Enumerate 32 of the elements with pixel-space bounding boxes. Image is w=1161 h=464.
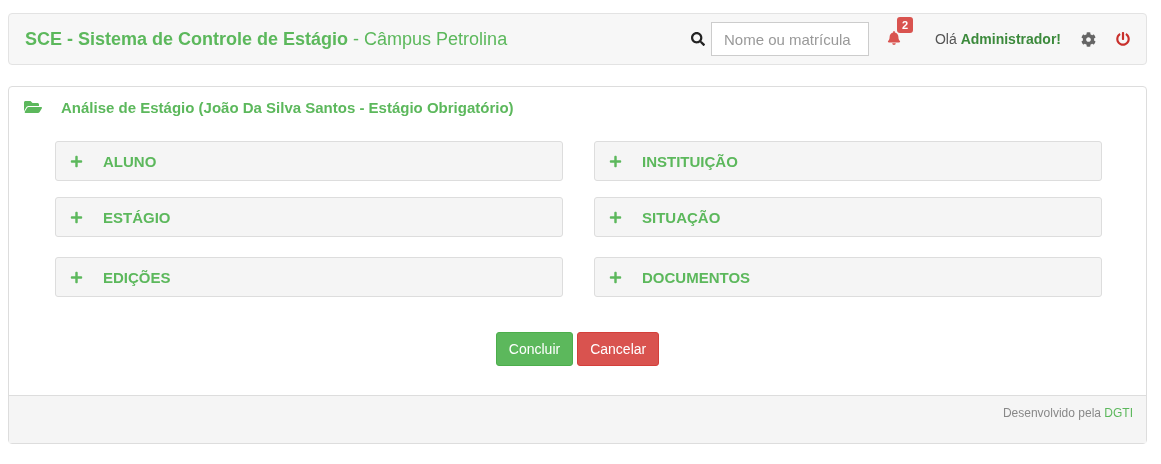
footer-link[interactable]: DGTI <box>1104 406 1133 420</box>
section-label: SITUAÇÃO <box>642 208 721 226</box>
power-icon[interactable] <box>1116 32 1130 46</box>
section-label: EDIÇÕES <box>103 268 171 286</box>
section-label: DOCUMENTOS <box>642 268 751 286</box>
section-label: ALUNO <box>103 152 157 170</box>
accordion-header[interactable]: ESTÁGIO <box>55 197 563 237</box>
accordion-header[interactable]: ALUNO <box>55 141 563 181</box>
accordion-header[interactable]: EDIÇÕES <box>55 257 563 297</box>
bell-icon[interactable] <box>886 31 901 45</box>
plus-icon <box>609 270 622 284</box>
greeting: Olá Administrador! <box>934 31 1061 47</box>
accordion-header[interactable]: DOCUMENTOS <box>594 257 1102 297</box>
plus-icon <box>70 270 83 284</box>
settings-icon[interactable] <box>1081 31 1096 47</box>
notification-badge: 2 <box>896 17 914 33</box>
section-label: INSTITUIÇÃO <box>642 152 738 170</box>
plus-icon <box>70 154 83 168</box>
submit-button[interactable]: Concluir <box>495 332 574 366</box>
plus-icon <box>609 210 622 224</box>
app-title: SCE - Sistema de Controle de Estágio - Câmpus Petrolina <box>25 28 509 50</box>
folder-icon <box>23 99 43 115</box>
search-field[interactable]: Nome ou matrícula <box>710 22 869 56</box>
search-icon[interactable] <box>690 32 705 46</box>
plus-icon <box>70 210 83 224</box>
footer-text: Desenvolvido pela DGTI <box>1002 406 1133 420</box>
accordion-header[interactable]: INSTITUIÇÃO <box>594 141 1102 181</box>
plus-icon <box>609 154 622 168</box>
section-label: ESTÁGIO <box>103 208 171 226</box>
accordion-header[interactable]: SITUAÇÃO <box>594 197 1102 237</box>
panel-title: Análise de Estágio (João Da Silva Santos - Estágio Obrigatório) <box>61 98 514 116</box>
cancel-button[interactable]: Cancelar <box>577 332 660 366</box>
